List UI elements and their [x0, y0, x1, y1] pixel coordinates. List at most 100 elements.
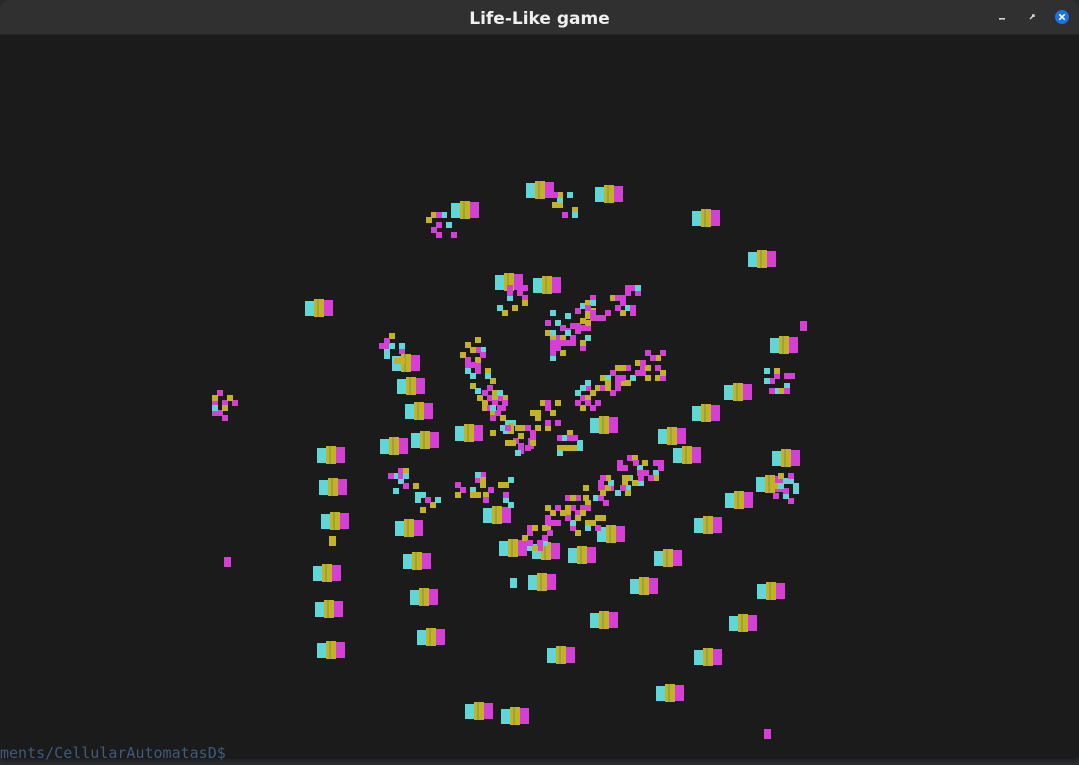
cell-cyan	[778, 483, 784, 489]
cell-yellow	[575, 530, 581, 536]
cell-magenta	[545, 515, 551, 521]
cell-magenta	[324, 300, 333, 316]
cell-yellow	[609, 525, 611, 543]
cell-cyan	[515, 450, 521, 456]
cell-cyan	[590, 613, 599, 628]
cell-yellow	[602, 611, 604, 629]
cell-yellow	[522, 300, 528, 306]
app-window: Life-Like game	[0, 0, 1079, 757]
maximize-button[interactable]	[1024, 9, 1040, 25]
cell-magenta	[600, 475, 606, 481]
cell-cyan	[724, 385, 733, 400]
cell-cyan	[772, 451, 781, 466]
cell-magenta	[514, 274, 523, 290]
cell-magenta	[640, 360, 646, 366]
cell-cyan	[748, 252, 757, 267]
cell-yellow	[415, 552, 417, 570]
cell-magenta	[600, 315, 606, 321]
cell-cyan	[585, 335, 591, 341]
game-canvas[interactable]	[0, 35, 1079, 757]
cell-cyan	[403, 473, 409, 479]
cell-magenta	[403, 483, 409, 489]
cell-magenta	[332, 565, 341, 581]
cell-magenta	[575, 400, 581, 406]
cell-magenta	[527, 540, 533, 546]
cell-magenta	[565, 340, 571, 346]
cell-cyan	[654, 551, 663, 566]
cell-magenta	[767, 251, 776, 267]
cell-cyan	[550, 330, 556, 336]
close-button[interactable]	[1054, 9, 1070, 25]
window-title: Life-Like game	[469, 9, 610, 29]
cell-yellow	[545, 276, 547, 294]
cell-magenta	[784, 388, 790, 394]
cell-magenta	[630, 305, 636, 311]
cell-cyan	[568, 548, 577, 563]
cell-yellow	[423, 431, 425, 449]
cell-cyan	[455, 426, 464, 441]
cell-magenta	[336, 447, 345, 463]
cell-yellow	[422, 588, 424, 606]
cell-magenta	[587, 547, 596, 563]
cell-magenta	[484, 703, 493, 719]
cell-magenta	[609, 417, 618, 433]
minimize-button[interactable]	[994, 9, 1010, 25]
cell-yellow	[580, 546, 582, 564]
cell-yellow	[399, 358, 405, 364]
cell-yellow	[666, 549, 668, 567]
cell-magenta	[451, 232, 457, 238]
cell-yellow	[704, 209, 706, 227]
cell-magenta	[713, 649, 722, 665]
cell-cyan	[451, 203, 460, 218]
cell-magenta	[480, 352, 486, 358]
cell-magenta	[673, 550, 682, 566]
cell-cyan	[528, 575, 537, 590]
cell-magenta	[436, 212, 442, 218]
cell-magenta	[784, 373, 790, 379]
cell-magenta	[555, 420, 561, 426]
cell-yellow	[212, 395, 218, 401]
cell-magenta	[430, 432, 439, 448]
cell-yellow	[327, 600, 329, 618]
cell-yellow	[420, 507, 426, 513]
cell-cyan	[319, 480, 328, 495]
cell-yellow	[475, 337, 481, 343]
cell-magenta	[475, 363, 481, 369]
cell-magenta	[649, 578, 658, 594]
cell-magenta	[424, 403, 433, 419]
cell-cyan	[508, 502, 514, 508]
cell-yellow	[227, 395, 233, 401]
cell-magenta	[338, 479, 347, 495]
cell-yellow	[625, 475, 631, 481]
cell-cyan	[764, 378, 770, 384]
cell-cyan	[694, 518, 703, 533]
cell-cyan	[497, 305, 503, 311]
cell-cyan	[770, 338, 779, 353]
cell-cyan	[315, 602, 324, 617]
cell-magenta	[585, 305, 591, 311]
cell-magenta	[500, 405, 506, 411]
cell-magenta	[562, 212, 568, 218]
cell-magenta	[336, 642, 345, 658]
cell-cyan	[764, 368, 770, 374]
cell-yellow	[392, 437, 394, 455]
cell-cyan	[656, 686, 665, 701]
cell-cyan	[547, 648, 556, 663]
cell-magenta	[545, 400, 551, 406]
title-bar[interactable]: Life-Like game	[0, 0, 1079, 35]
cell-yellow	[222, 405, 228, 411]
close-icon	[1055, 10, 1069, 24]
cell-magenta	[675, 685, 684, 701]
cell-yellow	[329, 446, 331, 464]
cell-magenta	[384, 338, 390, 344]
cell-magenta	[550, 350, 556, 356]
cell-yellow	[555, 400, 561, 406]
cell-magenta	[692, 447, 701, 463]
cell-yellow	[760, 250, 762, 268]
cell-cyan	[658, 429, 667, 444]
cell-yellow	[490, 430, 496, 436]
cell-cyan	[565, 330, 571, 336]
cell-yellow	[741, 614, 743, 632]
cell-magenta	[776, 583, 785, 599]
cell-cyan	[590, 418, 599, 433]
